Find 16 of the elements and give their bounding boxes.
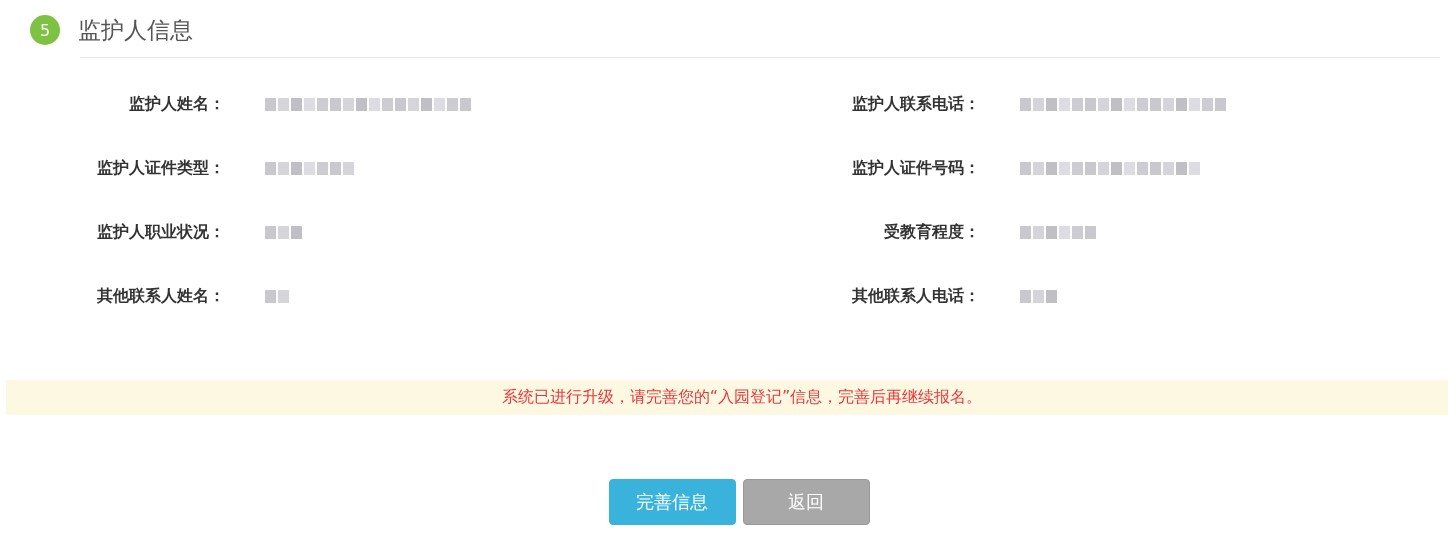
field-label: 受教育程度： — [884, 221, 980, 243]
blurred-value — [265, 287, 291, 305]
section-title: 监护人信息 — [78, 15, 193, 45]
field-label: 其他联系人姓名： — [97, 285, 225, 307]
complete-info-button[interactable]: 完善信息 — [608, 479, 736, 525]
field-label: 监护人联系电话： — [852, 93, 980, 115]
notice-text: 系统已进行升级，请完善您的“入园登记”信息，完善后再继续报名。 — [500, 387, 983, 408]
field-label: 监护人职业状况： — [97, 221, 225, 243]
field-label: 其他联系人电话： — [852, 285, 980, 307]
field-label: 监护人姓名： — [129, 93, 225, 115]
field-label: 监护人证件类型： — [97, 157, 225, 179]
field-label: 监护人证件号码： — [852, 157, 980, 179]
back-button[interactable]: 返回 — [742, 479, 870, 525]
blurred-value — [265, 223, 304, 241]
blurred-value — [1020, 287, 1059, 305]
step-number: 5 — [30, 15, 60, 45]
